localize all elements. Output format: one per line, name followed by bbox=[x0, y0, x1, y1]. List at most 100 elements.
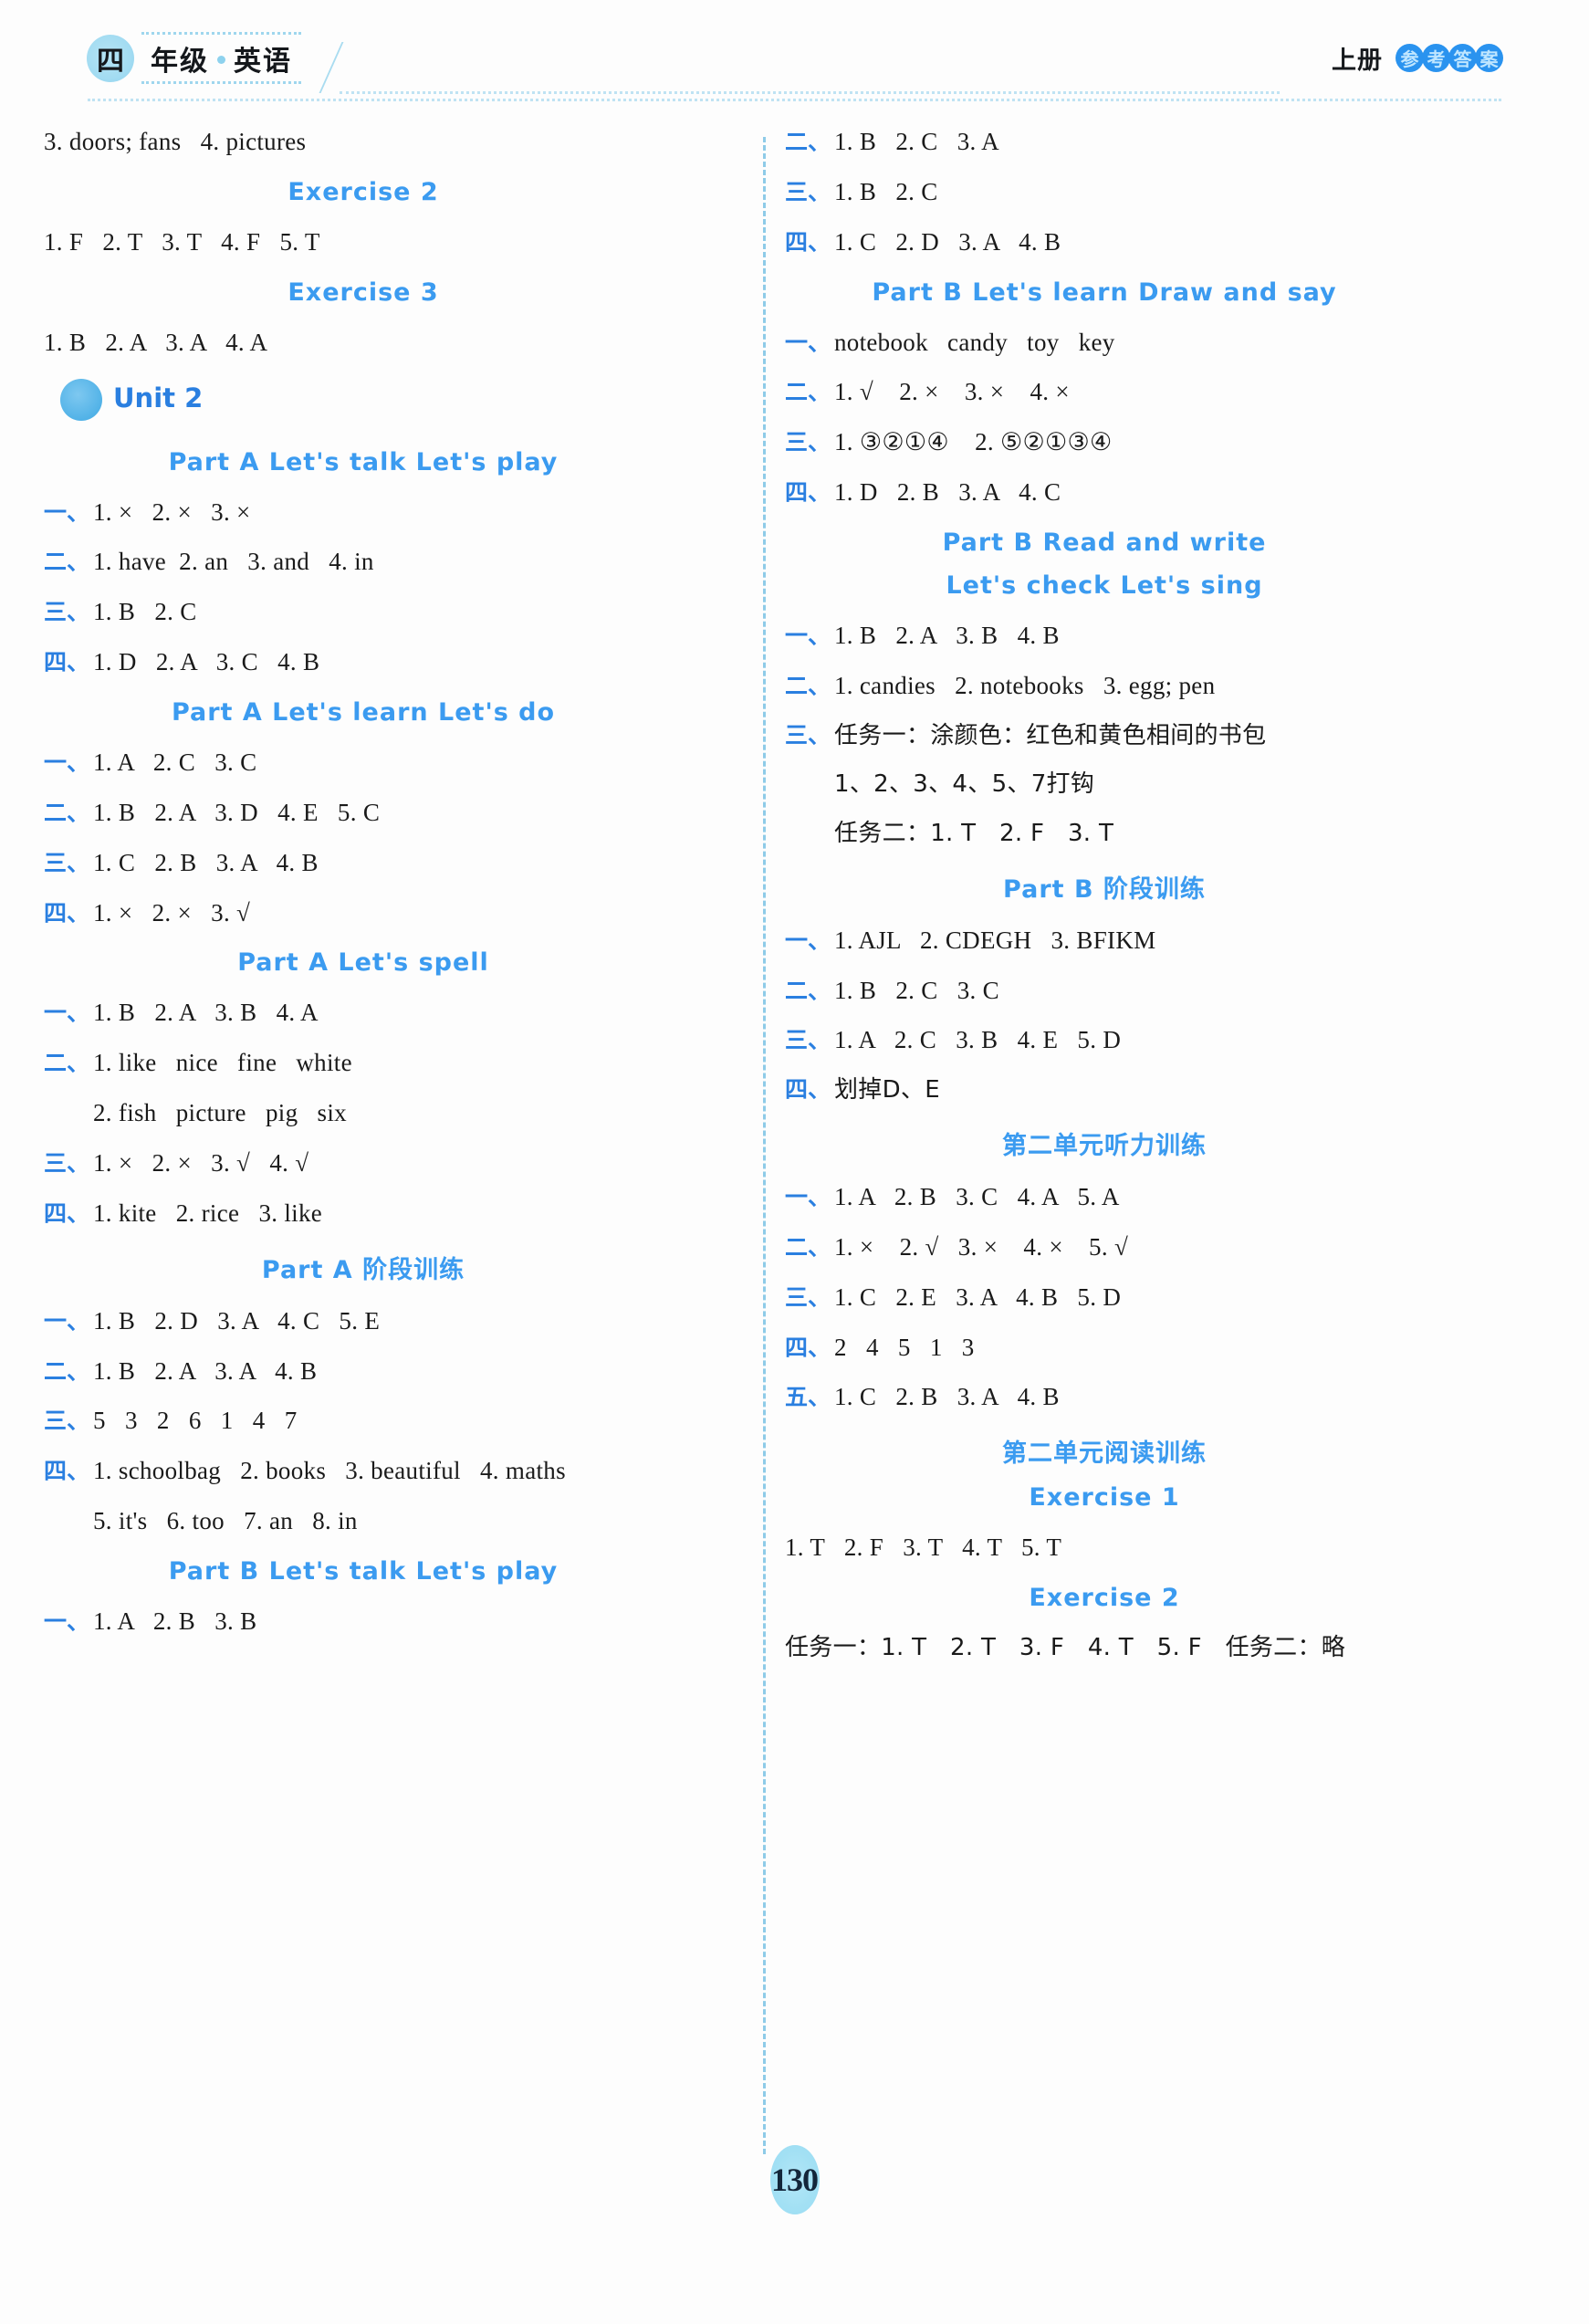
answer-line: 四、 划掉D、E bbox=[785, 1076, 1424, 1104]
answer-text: notebook candy toy key bbox=[834, 328, 1115, 356]
answer-text: 3. doors; fans 4. pictures bbox=[44, 128, 307, 155]
answer-line: 五、 1. C 2. B 3. A 4. B bbox=[785, 1383, 1424, 1412]
answer-group-number: 二、 bbox=[785, 977, 831, 1004]
answer-line: 二、 1. like nice fine white bbox=[44, 1049, 683, 1078]
answer-group-number: 二、 bbox=[785, 672, 831, 699]
unit-label: Unit 2 bbox=[113, 382, 204, 414]
answer-line: 三、 1. × 2. × 3. √ 4. √ bbox=[44, 1149, 683, 1178]
answer-text: 1. × 2. √ 3. × 4. × 5. √ bbox=[834, 1232, 1129, 1261]
answer-text: 5. it's 6. too 7. an 8. in bbox=[93, 1507, 358, 1535]
answer-group-number: 四、 bbox=[785, 479, 831, 507]
answer-line: 三、 1. C 2. B 3. A 4. B bbox=[44, 849, 683, 878]
grade-badge: 四 bbox=[87, 35, 134, 82]
answer-text: 1. AJL 2. CDEGH 3. BFIKM bbox=[834, 926, 1156, 954]
answer-text: 1. B 2. C bbox=[93, 598, 197, 626]
answer-line: 3. doors; fans 4. pictures bbox=[44, 128, 683, 157]
answer-line: 一、 1. A 2. C 3. C bbox=[44, 748, 683, 778]
answer-line: 2. fish picture pig six bbox=[44, 1099, 683, 1128]
answer-line: 二、 1. candies 2. notebooks 3. egg; pen bbox=[785, 672, 1424, 701]
answer-text: 1. √ 2. × 3. × 4. × bbox=[834, 378, 1070, 406]
answer-text: 1. B 2. A 3. A 4. A bbox=[44, 328, 268, 356]
answer-text: 任务一：涂颜色：红色和黄色相间的书包 bbox=[834, 721, 1267, 749]
answer-group-number: 一、 bbox=[785, 1184, 831, 1210]
answer-group-number: 三、 bbox=[785, 178, 831, 205]
section-heading: Exercise 2 bbox=[287, 177, 439, 206]
book-volume-label: 上册 bbox=[1332, 47, 1383, 75]
answer-line: 四、 1. schoolbag 2. books 3. beautiful 4. … bbox=[44, 1457, 683, 1486]
answer-line: 二、 1. B 2. A 3. D 4. E 5. C bbox=[44, 799, 683, 828]
header-bottom-rule bbox=[88, 99, 1501, 101]
answer-line: 四、 2 4 5 1 3 bbox=[785, 1334, 1424, 1363]
answer-line: 一、 1. A 2. B 3. B bbox=[44, 1607, 683, 1637]
separator-dot-icon bbox=[217, 56, 225, 64]
answer-line: 二、 1. B 2. A 3. A 4. B bbox=[44, 1357, 683, 1387]
answer-line: 二、 1. have 2. an 3. and 4. in bbox=[44, 548, 683, 577]
answer-line: 1. T 2. F 3. T 4. T 5. T bbox=[785, 1534, 1424, 1563]
answer-text: 1. C 2. B 3. A 4. B bbox=[834, 1383, 1060, 1411]
answer-line: 1. B 2. A 3. A 4. A bbox=[44, 329, 683, 358]
answer-text: 1. C 2. D 3. A 4. B bbox=[834, 227, 1061, 256]
header-title: 年级 英语 bbox=[141, 32, 301, 84]
answer-text: 1. candies 2. notebooks 3. egg; pen bbox=[834, 671, 1216, 699]
answer-line: 一、 1. × 2. × 3. × bbox=[44, 498, 683, 528]
answer-group-number: 五、 bbox=[785, 1384, 831, 1411]
subject-word: 英语 bbox=[234, 46, 292, 78]
answer-group-number: 四、 bbox=[44, 1458, 90, 1485]
section-heading: Part B Let's talk Let's play bbox=[168, 1557, 559, 1586]
answer-line: 四、 1. × 2. × 3. √ bbox=[44, 899, 683, 928]
answer-line: 三、 1. A 2. C 3. B 4. E 5. D bbox=[785, 1026, 1424, 1055]
answer-text: 1. B 2. A 3. B 4. A bbox=[93, 999, 319, 1027]
header-dotted-rule bbox=[340, 91, 1280, 94]
answer-group-number: 二、 bbox=[44, 549, 90, 576]
answer-group-number: 三、 bbox=[785, 1283, 831, 1311]
answer-group-number: 二、 bbox=[785, 379, 831, 406]
answer-char-4: 案 bbox=[1475, 44, 1503, 72]
section-heading: Part A Let's talk Let's play bbox=[168, 447, 559, 476]
section-heading: Part A Let's learn Let's do bbox=[171, 698, 556, 728]
answer-text: 1. A 2. B 3. C 4. A 5. A bbox=[834, 1183, 1120, 1210]
answer-line: 一、 1. B 2. D 3. A 4. C 5. E bbox=[44, 1307, 683, 1336]
answer-line: 任务二：1. T 2. F 3. T bbox=[785, 820, 1424, 848]
answer-group-number: 三、 bbox=[44, 849, 90, 876]
section-heading: Exercise 3 bbox=[287, 277, 439, 307]
answer-char-3: 答 bbox=[1448, 44, 1477, 72]
answer-group-number: 一、 bbox=[44, 1000, 90, 1027]
answer-text: 5 3 2 6 1 4 7 bbox=[93, 1407, 298, 1435]
header-left-group: 四 年级 英语 bbox=[87, 32, 301, 84]
answer-group-number: 一、 bbox=[785, 623, 831, 650]
section-heading: Part A 阶段训练 bbox=[261, 1255, 465, 1284]
answer-text: 1. like nice fine white bbox=[93, 1049, 352, 1077]
answer-line: 一、 1. AJL 2. CDEGH 3. BFIKM bbox=[785, 926, 1424, 956]
answer-text: 1. T 2. F 3. T 4. T 5. T bbox=[785, 1534, 1062, 1562]
answer-text: 1. D 2. B 3. A 4. C bbox=[834, 478, 1061, 507]
answer-text: 1. D 2. A 3. C 4. B bbox=[93, 648, 320, 676]
answer-group-number: 一、 bbox=[44, 1307, 90, 1335]
section-heading: Let's check Let's sing bbox=[946, 571, 1263, 601]
header-slash-decoration bbox=[319, 42, 344, 93]
answer-line: 5. it's 6. too 7. an 8. in bbox=[44, 1507, 683, 1536]
answer-line: 三、 1. ③②①④ 2. ⑤②①③④ bbox=[785, 428, 1424, 457]
answer-group-number: 三、 bbox=[785, 721, 831, 748]
grade-word: 年级 bbox=[151, 46, 209, 78]
answer-line: 一、 1. A 2. B 3. C 4. A 5. A bbox=[785, 1183, 1424, 1212]
answer-group-number: 四、 bbox=[44, 1199, 90, 1227]
answer-text: 1. B 2. C bbox=[834, 177, 938, 205]
column-divider bbox=[763, 137, 766, 2154]
answer-text: 1. B 2. D 3. A 4. C 5. E bbox=[93, 1306, 381, 1335]
page-number-footer: 130 bbox=[0, 2145, 1589, 2214]
answer-group-number: 二、 bbox=[785, 1233, 831, 1261]
answer-text: 1. B 2. C 3. C bbox=[834, 976, 999, 1004]
answer-text: 1. have 2. an 3. and 4. in bbox=[93, 548, 374, 576]
answer-text: 1. C 2. B 3. A 4. B bbox=[93, 848, 319, 876]
header-dotline-bottom bbox=[141, 81, 301, 84]
answer-text: 1. A 2. C 3. C bbox=[93, 748, 257, 777]
answer-text: 1. schoolbag 2. books 3. beautiful 4. ma… bbox=[93, 1457, 566, 1485]
answer-text: 划掉D、E bbox=[834, 1076, 940, 1104]
answer-line: 1、2、3、4、5、7打钩 bbox=[785, 770, 1424, 799]
answer-group-number: 三、 bbox=[44, 1408, 90, 1435]
answer-text: 1. × 2. × 3. √ 4. √ bbox=[93, 1149, 309, 1178]
answer-text: 1. kite 2. rice 3. like bbox=[93, 1199, 323, 1227]
answer-group-number: 三、 bbox=[785, 429, 831, 456]
answer-line: 四、 1. D 2. B 3. A 4. C bbox=[785, 478, 1424, 508]
header-dotline-top bbox=[141, 32, 301, 35]
